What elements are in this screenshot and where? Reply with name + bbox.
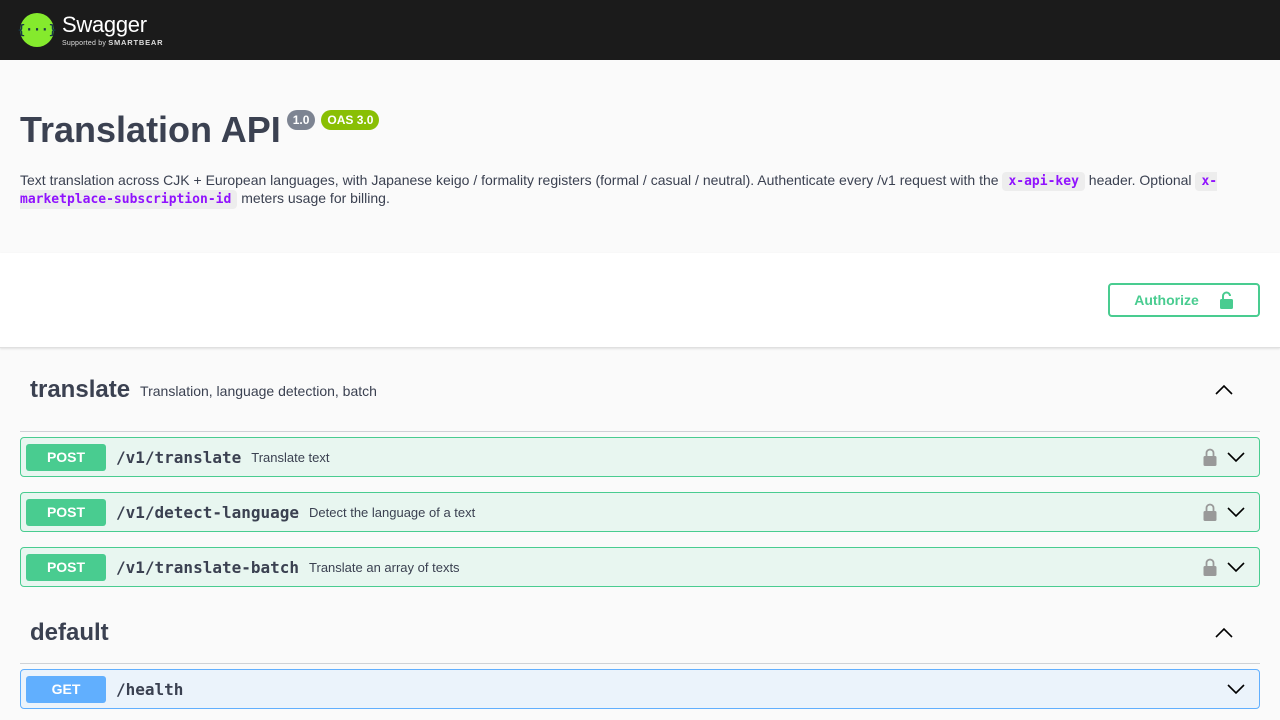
chevron-down-icon[interactable] xyxy=(1226,557,1246,577)
api-info: Translation API 1.0 OAS 3.0 Text transla… xyxy=(0,60,1280,253)
operation-post-translate-batch[interactable]: POST /v1/translate-batch Translate an ar… xyxy=(20,547,1260,587)
tag-default[interactable]: default xyxy=(20,602,1260,664)
operation-path: /v1/translate-batch xyxy=(116,557,300,577)
method-badge: POST xyxy=(26,553,106,581)
api-description: Text translation across CJK + European l… xyxy=(20,172,1250,209)
tag-description: Translation, language detection, batch xyxy=(140,382,377,399)
operation-post-detect-language[interactable]: POST /v1/detect-language Detect the lang… xyxy=(20,492,1260,532)
method-badge: POST xyxy=(26,443,106,471)
logo-name: Swagger xyxy=(62,11,147,37)
operations: translate Translation, language detectio… xyxy=(0,348,1280,709)
chevron-up-icon[interactable] xyxy=(1214,380,1234,400)
chevron-up-icon[interactable] xyxy=(1214,623,1234,643)
chevron-down-icon[interactable] xyxy=(1226,679,1246,699)
lock-icon[interactable] xyxy=(1202,557,1218,577)
tag-translate[interactable]: translate Translation, language detectio… xyxy=(20,348,1260,432)
unlock-icon xyxy=(1219,291,1233,309)
title-row: Translation API 1.0 OAS 3.0 xyxy=(20,110,1260,150)
description-text-3: meters usage for billing. xyxy=(237,190,390,206)
lock-icon[interactable] xyxy=(1202,502,1218,522)
chevron-down-icon[interactable] xyxy=(1226,502,1246,522)
operation-get-health[interactable]: GET /health xyxy=(20,669,1260,709)
logo-subtitle: Supported by SMARTBEAR xyxy=(62,38,163,47)
operation-path: /health xyxy=(116,679,184,699)
api-key-code: x-api-key xyxy=(1002,172,1085,191)
description-text-1: Text translation across CJK + European l… xyxy=(20,172,1003,188)
topbar: {···} Swagger Supported by SMARTBEAR xyxy=(0,0,1280,60)
operation-post-translate[interactable]: POST /v1/translate Translate text xyxy=(20,437,1260,477)
swagger-logo-icon: {···} xyxy=(17,13,57,47)
swagger-logo[interactable]: {···} Swagger Supported by SMARTBEAR xyxy=(17,11,163,47)
operation-summary: Translate an array of texts xyxy=(309,559,460,575)
lock-icon[interactable] xyxy=(1202,447,1218,467)
chevron-down-icon[interactable] xyxy=(1226,447,1246,467)
tag-name: default xyxy=(30,618,109,646)
method-badge: POST xyxy=(26,498,106,526)
authorize-button[interactable]: Authorize xyxy=(1108,283,1260,317)
authorize-label: Authorize xyxy=(1134,292,1199,308)
logo-text: Swagger Supported by SMARTBEAR xyxy=(62,11,163,47)
scheme-container: Authorize xyxy=(0,253,1280,348)
operation-path: /v1/detect-language xyxy=(116,502,300,522)
description-text-2: header. Optional xyxy=(1084,172,1196,188)
operation-summary: Detect the language of a text xyxy=(309,504,476,520)
operation-path: /v1/translate xyxy=(116,447,242,467)
logo-sub-prefix: Supported by xyxy=(62,39,109,47)
operation-summary: Translate text xyxy=(251,449,330,465)
oas-badge: OAS 3.0 xyxy=(321,110,380,130)
version-badge: 1.0 xyxy=(286,110,316,130)
page-title: Translation API xyxy=(20,109,281,150)
method-badge: GET xyxy=(26,675,106,703)
logo-sub-brand: SMARTBEAR xyxy=(108,37,164,47)
tag-name: translate xyxy=(30,375,131,403)
